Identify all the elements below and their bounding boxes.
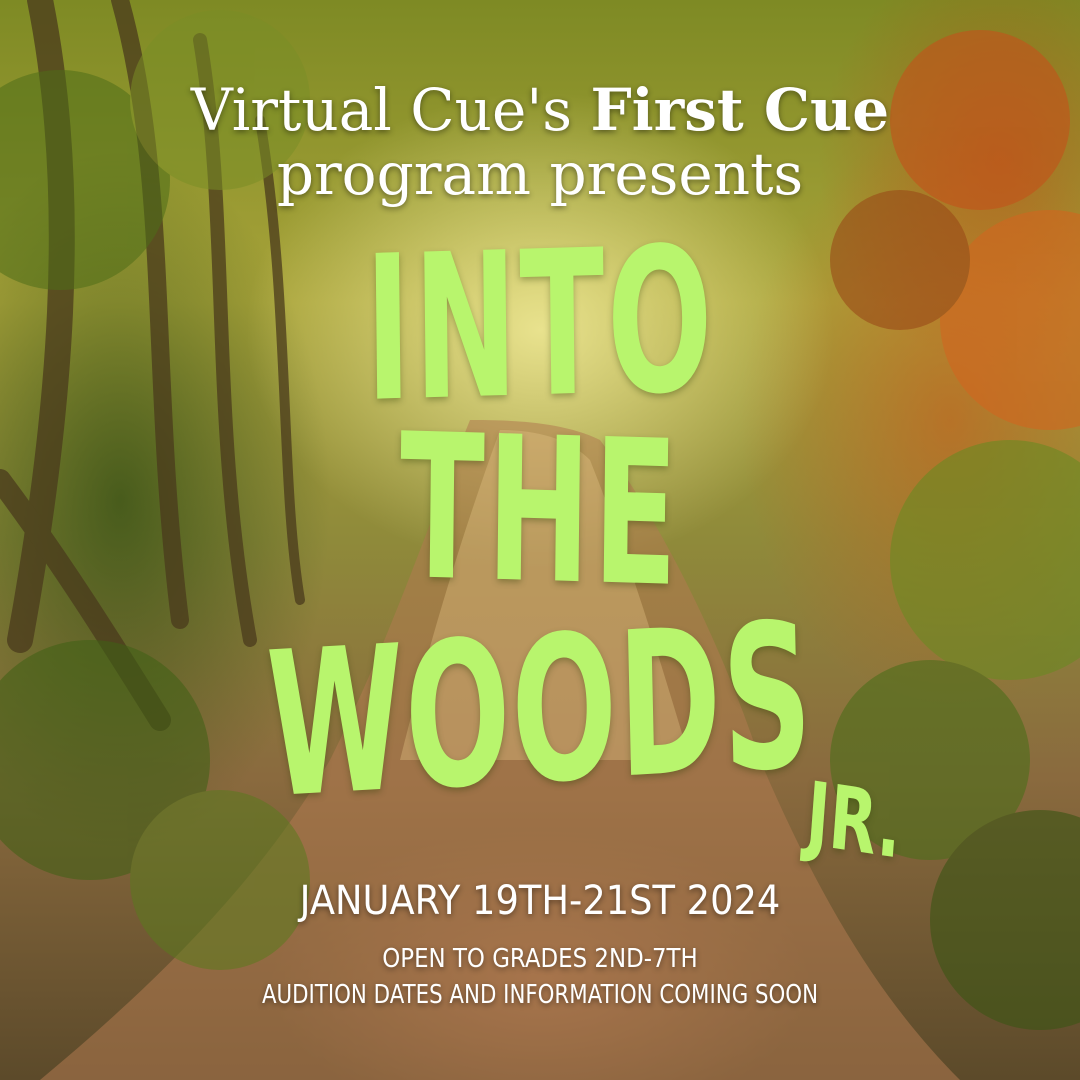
program-name: First Cue	[590, 76, 890, 144]
event-dates: JANUARY 19TH-21ST 2024	[299, 878, 781, 924]
intro-line-2: program presents	[276, 140, 804, 208]
intro-line-1: Virtual Cue's First Cue	[0, 78, 1080, 142]
event-poster: Virtual Cue's First Cue program presents…	[0, 0, 1080, 1080]
title-jr: JR.	[803, 762, 905, 879]
grades-info: OPEN TO GRADES 2ND-7TH	[382, 944, 698, 974]
title-woods: WOODS	[264, 579, 816, 844]
intro-prefix: Virtual Cue's	[190, 76, 591, 144]
audition-info: AUDITION DATES AND INFORMATION COMING SO…	[261, 980, 819, 1010]
